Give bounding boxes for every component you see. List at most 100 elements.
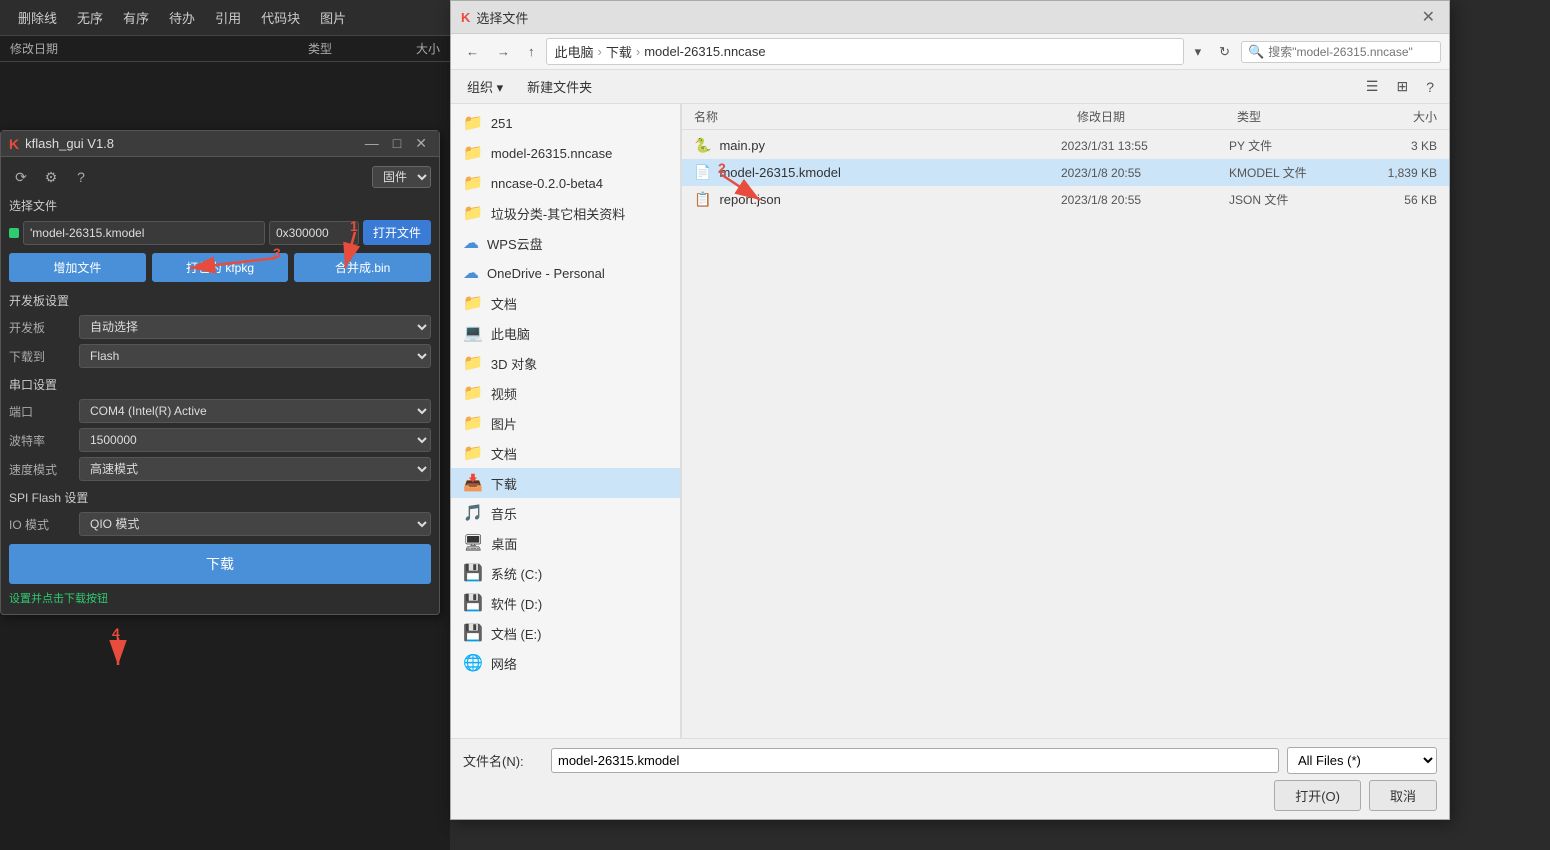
filename-input[interactable] (551, 748, 1279, 773)
organize-btn[interactable]: 组织 ▾ (459, 74, 511, 99)
left-item-wps[interactable]: ☁ WPS云盘 (451, 228, 680, 258)
toolbar-codeblock[interactable]: 代码块 (251, 4, 310, 31)
port-dropdown[interactable]: COM4 (Intel(R) Active (79, 399, 431, 423)
toolbar-right: ☰ ⊞ ? (1359, 74, 1441, 99)
dialog-close-btn[interactable]: ✕ (1418, 7, 1439, 27)
left-item-nncase-beta[interactable]: 📁 nncase-0.2.0-beta4 (451, 168, 680, 198)
col-type: 类型 (1237, 108, 1357, 125)
speed-dropdown[interactable]: 高速模式 (79, 457, 431, 481)
io-label: IO 模式 (9, 516, 79, 533)
left-item-network[interactable]: 🌐 网络 (451, 648, 680, 678)
firmware-dropdown[interactable]: 固件 (372, 166, 431, 188)
breadcrumb-computer[interactable]: 此电脑 (555, 42, 594, 61)
toolbar-quote[interactable]: 引用 (205, 4, 251, 31)
left-item-downloads[interactable]: 📥 下载 (451, 468, 680, 498)
action-row: 增加文件 打包为 kfpkg 合并成.bin (9, 253, 431, 282)
addr-input[interactable] (269, 221, 359, 245)
speed-row: 速度模式 高速模式 (9, 457, 431, 481)
board-dropdown[interactable]: 自动选择 (79, 315, 431, 339)
breadcrumb-dropdown-btn[interactable]: ▾ (1188, 40, 1209, 64)
folder-icon-downloads: 📥 (463, 473, 483, 493)
toolbar-deleteline[interactable]: 删除线 (8, 4, 67, 31)
help-icon[interactable]: ? (69, 165, 93, 189)
left-item-3d[interactable]: 📁 3D 对象 (451, 348, 680, 378)
open-file-btn[interactable]: 打开文件 (363, 220, 431, 245)
left-item-drive-d[interactable]: 💾 软件 (D:) (451, 588, 680, 618)
merge-btn[interactable]: 合并成.bin (294, 253, 431, 282)
left-item-music[interactable]: 🎵 音乐 (451, 498, 680, 528)
settings-icon[interactable]: ⚙ (39, 165, 63, 189)
toolbar-image[interactable]: 图片 (310, 4, 356, 31)
search-box[interactable]: 🔍 (1241, 41, 1441, 63)
left-item-label-251: 251 (491, 116, 513, 131)
left-item-computer[interactable]: 💻 此电脑 (451, 318, 680, 348)
left-item-drive-c[interactable]: 💾 系统 (C:) (451, 558, 680, 588)
maximize-btn[interactable]: □ (389, 135, 405, 152)
left-item-label-music: 音乐 (491, 504, 517, 523)
file-item-mainpy[interactable]: 🐍 main.py 2023/1/31 13:55 PY 文件 3 KB (682, 132, 1449, 159)
help-dialog-btn[interactable]: ? (1419, 74, 1441, 99)
view-list-btn[interactable]: ☰ (1359, 74, 1386, 99)
minimize-btn[interactable]: — (361, 135, 383, 152)
filename-label: 文件名(N): (463, 751, 543, 770)
io-row: IO 模式 QIO 模式 (9, 512, 431, 536)
add-file-btn[interactable]: 增加文件 (9, 253, 146, 282)
left-item-onedrive[interactable]: ☁ OneDrive - Personal (451, 258, 680, 288)
dialog-cancel-btn[interactable]: 取消 (1369, 780, 1437, 811)
right-files: 🐍 main.py 2023/1/31 13:55 PY 文件 3 KB 📄 m… (682, 130, 1449, 738)
file-icon-kmodel: 📄 (694, 164, 711, 181)
board-settings: 开发板设置 开发板 自动选择 下载到 Flash (9, 292, 431, 368)
nav-forward-btn[interactable]: → (490, 40, 517, 63)
dialog-ok-btn[interactable]: 打开(O) (1274, 780, 1361, 811)
left-item-video[interactable]: 📁 视频 (451, 378, 680, 408)
left-item-desktop[interactable]: 🖥 桌面 (451, 528, 680, 558)
board-row: 开发板 自动选择 (9, 315, 431, 339)
left-item-docs2[interactable]: 📁 文档 (451, 438, 680, 468)
left-item-label-beta: nncase-0.2.0-beta4 (491, 176, 603, 191)
breadcrumb-folder[interactable]: model-26315.nncase (644, 44, 765, 59)
left-item-251[interactable]: 📁 251 (451, 108, 680, 138)
nav-refresh-btn[interactable]: ↻ (1212, 40, 1237, 64)
pack-btn[interactable]: 打包为 kfpkg (152, 253, 289, 282)
dialog-title: K 选择文件 (461, 8, 528, 27)
status-text: 设置并点击下载按钮 (9, 590, 431, 606)
left-item-pictures[interactable]: 📁 图片 (451, 408, 680, 438)
file-icon-json: 📋 (694, 191, 711, 208)
left-item-drive-e[interactable]: 💾 文档 (E:) (451, 618, 680, 648)
left-item-label-3d: 3D 对象 (491, 354, 537, 373)
io-dropdown[interactable]: QIO 模式 (79, 512, 431, 536)
file-item-json[interactable]: 📋 report.json 2023/1/8 20:55 JSON 文件 56 … (682, 186, 1449, 213)
file-path-input[interactable] (23, 221, 265, 245)
filetype-dropdown[interactable]: All Files (*) (1287, 747, 1437, 774)
pc-icon: 💻 (463, 323, 483, 343)
view-grid-btn[interactable]: ⊞ (1389, 74, 1415, 99)
download-btn[interactable]: 下载 (9, 544, 431, 584)
filename-row: 文件名(N): All Files (*) (463, 747, 1437, 774)
breadcrumb-downloads[interactable]: 下载 (606, 42, 632, 61)
file-dialog: K 选择文件 ✕ ← → ↑ 此电脑 › 下载 › model-26315.nn… (450, 0, 1450, 820)
close-btn[interactable]: ✕ (411, 135, 431, 152)
nav-up-btn[interactable]: ↑ (521, 40, 542, 63)
dialog-titlebar: K 选择文件 ✕ (451, 1, 1449, 34)
new-folder-btn[interactable]: 新建文件夹 (519, 74, 600, 99)
file-item-kmodel[interactable]: 📄 model-26315.kmodel 2023/1/8 20:55 KMOD… (682, 159, 1449, 186)
nav-back-btn[interactable]: ← (459, 40, 486, 63)
left-item-label-computer: 此电脑 (491, 324, 530, 343)
file-size-mainpy: 3 KB (1357, 139, 1437, 153)
dialog-title-text: 选择文件 (476, 8, 528, 27)
refresh-icon[interactable]: ⟳ (9, 165, 33, 189)
toolbar-ordered[interactable]: 有序 (113, 4, 159, 31)
baud-label: 波特率 (9, 432, 79, 449)
left-item-docs1[interactable]: 📁 文档 (451, 288, 680, 318)
cloud-icon-wps: ☁ (463, 233, 479, 253)
window-controls[interactable]: — □ ✕ (361, 135, 431, 152)
baud-dropdown[interactable]: 1500000 (79, 428, 431, 452)
search-input[interactable] (1268, 45, 1434, 59)
toolbar-todo[interactable]: 待办 (159, 4, 205, 31)
left-item-nncase[interactable]: 📁 model-26315.nncase (451, 138, 680, 168)
file-size-json: 56 KB (1357, 193, 1437, 207)
download-to-dropdown[interactable]: Flash (79, 344, 431, 368)
toolbar-unordered[interactable]: 无序 (67, 4, 113, 31)
left-item-garbage[interactable]: 📁 垃圾分类-其它相关资料 (451, 198, 680, 228)
col-size: 大小 (380, 40, 440, 57)
